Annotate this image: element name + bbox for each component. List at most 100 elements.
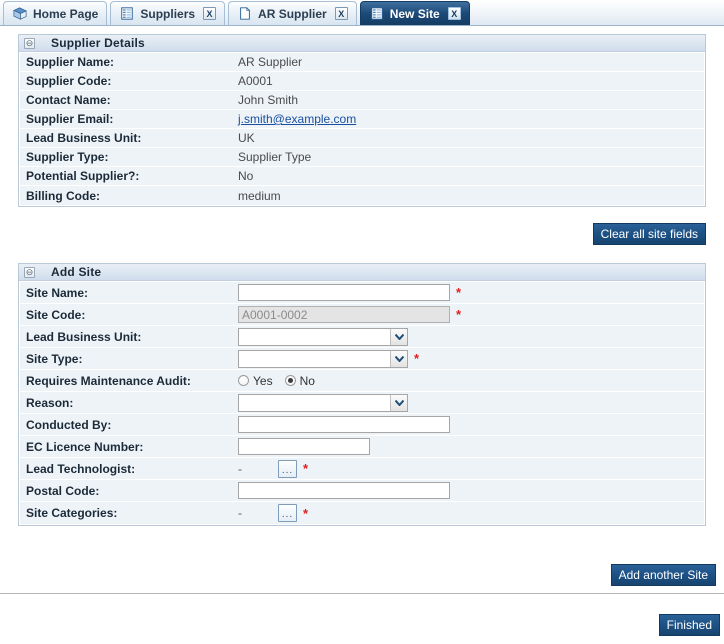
table-row: Supplier Type: Supplier Type xyxy=(20,148,704,167)
required-marker: * xyxy=(456,285,462,300)
radio-option-no[interactable]: No xyxy=(284,373,315,388)
select-value xyxy=(239,329,390,345)
footer: Finished xyxy=(0,594,724,644)
radio-no-icon[interactable] xyxy=(284,375,296,386)
row-value: No xyxy=(238,169,254,183)
reason-select[interactable] xyxy=(238,393,408,412)
row-label: Supplier Name: xyxy=(26,55,115,69)
page-icon xyxy=(240,6,251,20)
collapse-icon[interactable]: ⊖ xyxy=(24,266,35,278)
table-row: Billing Code: medium xyxy=(20,186,704,205)
reason-label: Reason: xyxy=(26,395,74,410)
row-value: AR Supplier xyxy=(238,55,303,69)
row-value: UK xyxy=(238,131,255,145)
postal-code-label: Postal Code: xyxy=(26,483,100,498)
form-row-site-type: Site Type: * xyxy=(20,348,704,370)
row-label: Lead Business Unit: xyxy=(26,131,142,145)
tab-label: New Site xyxy=(389,6,440,21)
radio-yes-label: Yes xyxy=(253,373,273,388)
table-row: Lead Business Unit: UK xyxy=(20,129,704,148)
row-value: j.smith@example.com xyxy=(238,112,704,126)
form-row-postal-code: Postal Code: xyxy=(20,480,704,502)
site-code-input xyxy=(238,306,450,323)
supplier-details-body: Supplier Name: AR Supplier Supplier Code… xyxy=(19,52,705,206)
required-marker: * xyxy=(303,461,309,476)
form-row-site-code: Site Code: * xyxy=(20,304,704,326)
table-row: Supplier Email: j.smith@example.com xyxy=(20,110,704,129)
lead-technologist-value: - xyxy=(238,461,242,476)
supplier-details-panel: ⊖ Supplier Details Supplier Name: AR Sup… xyxy=(18,34,706,207)
select-value xyxy=(239,395,390,411)
maintenance-audit-label: Requires Maintenance Audit: xyxy=(26,373,191,388)
row-value: John Smith xyxy=(238,93,299,107)
form-row-site-name: Site Name: * xyxy=(20,282,704,304)
form-row-ec-licence-number: EC Licence Number: xyxy=(20,436,704,458)
radio-option-yes[interactable]: Yes xyxy=(238,374,273,388)
table-row: Potential Supplier?: No xyxy=(20,167,704,186)
tab-label: Home Page xyxy=(33,6,99,21)
grid-icon xyxy=(121,7,134,20)
row-label: Supplier Type: xyxy=(26,150,109,164)
add-another-site-button[interactable]: Add another Site xyxy=(610,564,716,586)
tab-label: Suppliers xyxy=(140,6,196,21)
radio-yes-icon[interactable] xyxy=(238,375,249,386)
tab-home-page[interactable]: Home Page xyxy=(3,1,108,25)
form-row-lead-business-unit: Lead Business Unit: xyxy=(20,326,704,348)
postal-code-input[interactable] xyxy=(238,482,450,499)
site-type-label: Site Type: xyxy=(26,351,83,366)
site-name-label: Site Name: xyxy=(26,285,89,300)
add-site-body: Site Name: * Site Code: * Lead Business … xyxy=(19,281,705,525)
lead-business-unit-label: Lead Business Unit: xyxy=(26,329,142,344)
required-marker: * xyxy=(456,307,462,322)
supplier-details-header: ⊖ Supplier Details xyxy=(19,35,705,52)
finished-button[interactable]: Finished xyxy=(658,614,720,636)
tab-close-icon[interactable]: X xyxy=(203,7,217,20)
lead-technologist-picker-button[interactable]: ... xyxy=(278,459,297,478)
ec-licence-number-input[interactable] xyxy=(238,438,370,455)
tab-bar: Home Page Suppliers X AR Supplier X New … xyxy=(0,0,724,26)
row-value: A0001 xyxy=(238,74,273,88)
form-row-maintenance-audit: Requires Maintenance Audit: Yes No xyxy=(20,370,704,392)
table-row: Supplier Name: AR Supplier xyxy=(20,53,704,72)
collapse-icon[interactable]: ⊖ xyxy=(24,37,35,49)
site-type-select[interactable] xyxy=(238,349,408,368)
row-value: Supplier Type xyxy=(238,150,312,164)
row-label: Billing Code: xyxy=(26,188,100,203)
site-categories-picker-button[interactable]: ... xyxy=(278,504,297,522)
site-categories-value: - xyxy=(238,506,242,520)
book-icon xyxy=(13,7,27,20)
tab-new-site[interactable]: New Site X xyxy=(359,1,470,25)
tab-suppliers[interactable]: Suppliers X xyxy=(110,1,226,25)
chevron-down-icon xyxy=(390,394,407,411)
tab-label: AR Supplier xyxy=(258,6,327,21)
add-site-panel: ⊖ Add Site Site Name: * Site Code: * Lea… xyxy=(18,263,706,526)
site-code-label: Site Code: xyxy=(26,307,86,322)
clear-all-site-fields-button[interactable]: Clear all site fields xyxy=(592,223,706,245)
table-row: Supplier Code: A0001 xyxy=(20,72,704,91)
ec-licence-number-label: EC Licence Number: xyxy=(26,439,144,454)
form-row-reason: Reason: xyxy=(20,392,704,414)
grid-icon xyxy=(370,7,383,20)
panel-title: Add Site xyxy=(51,265,102,279)
row-label: Supplier Code: xyxy=(26,74,112,88)
site-categories-label: Site Categories: xyxy=(26,506,118,520)
radio-no-label: No xyxy=(299,373,315,388)
chevron-down-icon xyxy=(390,350,407,367)
tab-close-icon[interactable]: X xyxy=(334,7,348,20)
lead-business-unit-select[interactable] xyxy=(238,327,408,346)
tab-close-icon[interactable]: X xyxy=(447,7,461,20)
site-name-input[interactable] xyxy=(238,284,450,301)
row-label: Supplier Email: xyxy=(26,112,114,126)
conducted-by-label: Conducted By: xyxy=(26,417,112,432)
table-row: Contact Name: John Smith xyxy=(20,91,704,110)
add-site-header: ⊖ Add Site xyxy=(19,264,705,281)
panel-title: Supplier Details xyxy=(51,36,145,50)
row-label: Potential Supplier?: xyxy=(26,169,140,183)
supplier-email-link[interactable]: j.smith@example.com xyxy=(238,112,356,126)
chevron-down-icon xyxy=(390,328,407,345)
conducted-by-input[interactable] xyxy=(238,416,450,433)
form-row-site-categories: Site Categories: - ... * xyxy=(20,502,704,524)
row-label: Contact Name: xyxy=(26,93,111,107)
lead-technologist-label: Lead Technologist: xyxy=(26,461,136,476)
tab-ar-supplier[interactable]: AR Supplier X xyxy=(228,1,357,25)
